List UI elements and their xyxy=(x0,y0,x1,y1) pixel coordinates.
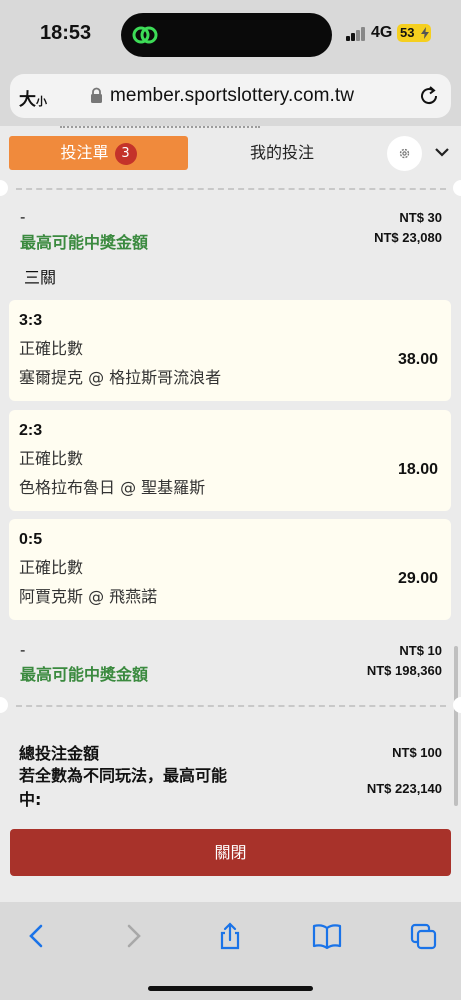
overall-max-win-label: 若全數為不同玩法，最高可能中: xyxy=(19,766,228,809)
ticket-notch-left xyxy=(0,180,8,196)
selection-teams: 色格拉布魯日 @ 聖基羅斯 xyxy=(19,478,206,497)
ticket-notch-right xyxy=(453,180,461,196)
browser-toolbar xyxy=(0,902,461,1000)
page-behind-edge xyxy=(60,126,260,128)
max-win-label: 最高可能中獎金額 xyxy=(20,665,149,684)
stake-amount: NT$ 30 xyxy=(399,210,442,225)
gear-icon xyxy=(399,148,410,159)
bet-slip-panel: 投注單 3 我的投注 - NT$ 30 最高可能中獎金額 NT$ 23,080 三… xyxy=(0,126,461,902)
chevron-down-icon[interactable] xyxy=(434,146,450,158)
signal-icon xyxy=(346,27,366,41)
tab-bet-slip-label: 投注單 xyxy=(60,143,109,162)
combo-label: 三關 xyxy=(24,268,57,287)
selection-odds: 18.00 xyxy=(397,461,438,478)
ticket-notch-left xyxy=(0,697,8,713)
selection-card: 3:3 正確比數 塞爾提克 @ 格拉斯哥流浪者 38.00 xyxy=(9,300,451,401)
total-stake-amount: NT$ 100 xyxy=(392,745,442,760)
text-size-large: 大 xyxy=(19,90,36,109)
network-type: 4G xyxy=(371,24,393,41)
settings-button[interactable] xyxy=(387,136,422,171)
url-text[interactable]: member.sportslottery.com.tw xyxy=(110,85,354,107)
selection-score: 0:5 xyxy=(19,531,43,548)
max-win-label: 最高可能中獎金額 xyxy=(20,233,149,252)
back-icon[interactable] xyxy=(22,922,52,950)
selection-market: 正確比數 xyxy=(19,558,84,577)
status-bar: 18:53 4G 53 xyxy=(0,0,461,66)
tab-my-bets[interactable]: 我的投注 xyxy=(194,136,370,170)
selection-odds: 38.00 xyxy=(397,351,438,368)
text-size-button[interactable]: 大小 xyxy=(19,85,47,110)
status-time: 18:53 xyxy=(40,22,92,44)
close-button[interactable]: 關閉 xyxy=(10,829,451,876)
selection-odds: 29.00 xyxy=(397,570,438,587)
battery-icon: 53 xyxy=(397,24,431,42)
total-stake-label: 總投注金額 xyxy=(19,744,100,763)
overall-max-win-amount: NT$ 223,140 xyxy=(366,781,442,796)
dynamic-island xyxy=(121,13,332,57)
bookmarks-icon[interactable] xyxy=(312,922,342,950)
bet-count-badge: 3 xyxy=(114,143,137,165)
address-bar[interactable]: 大小 member.sportslottery.com.tw xyxy=(10,74,451,118)
stake-amount: NT$ 10 xyxy=(399,643,442,658)
selection-card: 0:5 正確比數 阿賈克斯 @ 飛燕諾 29.00 xyxy=(9,519,451,620)
share-icon[interactable] xyxy=(215,922,245,950)
reload-icon[interactable] xyxy=(418,85,440,107)
max-win-amount: NT$ 198,360 xyxy=(366,663,442,678)
selection-card: 2:3 正確比數 色格拉布魯日 @ 聖基羅斯 18.00 xyxy=(9,410,451,511)
dashed-divider xyxy=(16,705,446,707)
charging-bolt-icon xyxy=(421,27,429,39)
forward-icon[interactable] xyxy=(118,922,148,950)
link-app-icon xyxy=(132,26,158,44)
browser-chrome: 大小 member.sportslottery.com.tw xyxy=(0,66,461,126)
selection-teams: 阿賈克斯 @ 飛燕諾 xyxy=(19,587,158,606)
selection-score: 3:3 xyxy=(19,312,43,329)
parlay-dash: - xyxy=(20,208,26,226)
dashed-divider xyxy=(16,188,446,190)
selection-score: 2:3 xyxy=(19,422,43,439)
parlay-dash: - xyxy=(20,641,26,659)
max-win-amount: NT$ 23,080 xyxy=(374,230,442,245)
lock-icon xyxy=(91,87,102,103)
tab-bet-slip[interactable]: 投注單 3 xyxy=(9,136,188,170)
selection-market: 正確比數 xyxy=(19,339,84,358)
scrollbar[interactable] xyxy=(454,646,458,806)
home-indicator xyxy=(148,986,313,991)
text-size-small: 小 xyxy=(36,96,47,108)
selection-market: 正確比數 xyxy=(19,449,84,468)
tabs-icon[interactable] xyxy=(409,922,439,950)
selection-teams: 塞爾提克 @ 格拉斯哥流浪者 xyxy=(19,368,222,387)
battery-level: 53 xyxy=(400,25,415,40)
